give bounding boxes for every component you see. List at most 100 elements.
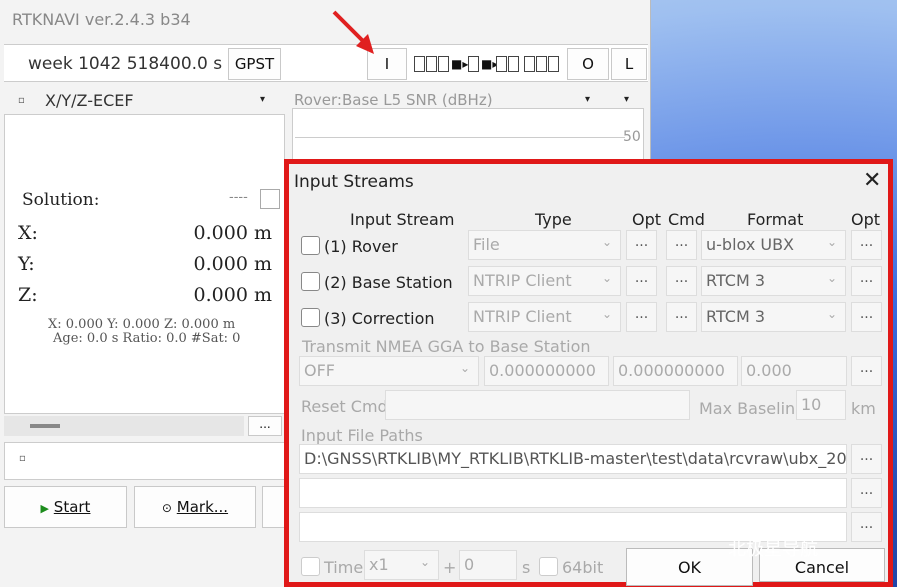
rover-cmd-button[interactable]: ...	[666, 230, 697, 260]
correction-format-opt-button[interactable]: ...	[851, 302, 882, 332]
pane-icon: ▫	[18, 95, 25, 106]
stat-line-1: X: 0.000 Y: 0.000 Z: 0.000 m	[48, 317, 236, 332]
path-1-browse-button[interactable]: ...	[851, 444, 882, 474]
output-streams-button[interactable]: O	[567, 48, 609, 80]
plus-sign: +	[443, 558, 457, 577]
nmea-height-field[interactable]: 0.000	[741, 356, 847, 386]
correction-cmd-button[interactable]: ...	[666, 302, 697, 332]
scrollbar[interactable]	[4, 416, 244, 436]
title-bar: RTKNAVI ver.2.4.3 b34	[0, 0, 650, 40]
start-button[interactable]: ▶ Start	[4, 486, 127, 528]
seconds-unit: s	[522, 558, 531, 577]
gps-time-display: week 1042 518400.0 s	[28, 54, 223, 74]
menu-button[interactable]: ...	[248, 416, 282, 436]
input-streams-dialog: Input Streams ✕ Input Stream Type Opt Cm…	[284, 159, 893, 587]
base-type-value: NTRIP Client	[473, 271, 572, 290]
x-value: 0.000 m	[193, 222, 272, 244]
nmea-mode-select[interactable]: OFF ⌄	[299, 356, 479, 386]
time-system-button[interactable]: GPST	[228, 48, 281, 80]
max-baseline-field[interactable]: 10	[796, 390, 846, 420]
chevron-down-icon[interactable]: ▾	[624, 94, 629, 105]
chevron-down-icon: ⌄	[601, 271, 612, 285]
base-format-select[interactable]: RTCM 3 ⌄	[701, 266, 846, 296]
input-file-path-2[interactable]	[299, 478, 847, 508]
path-2-browse-button[interactable]: ...	[851, 478, 882, 508]
base-type-select[interactable]: NTRIP Client ⌄	[468, 266, 621, 296]
correction-checkbox[interactable]	[301, 308, 320, 327]
nmea-lon-field[interactable]: 0.000000000	[613, 356, 738, 386]
plot-type-select[interactable]: Rover:Base L5 SNR (dBHz)	[294, 91, 493, 109]
correction-type-select[interactable]: NTRIP Client ⌄	[468, 302, 621, 332]
path-3-browse-button[interactable]: ...	[851, 512, 882, 542]
chevron-down-icon[interactable]: ▾	[260, 94, 265, 105]
base-checkbox[interactable]	[301, 272, 320, 291]
close-icon[interactable]: ✕	[863, 168, 881, 193]
chevron-down-icon: ⌄	[459, 361, 470, 375]
mark-label: Mark...	[176, 498, 229, 516]
chevron-down-icon: ⌄	[419, 555, 430, 569]
mark-icon: ⊙	[161, 501, 172, 515]
input-file-path-1[interactable]: D:\GNSS\RTKLIB\MY_RTKLIB\RTKLIB-master\t…	[299, 444, 847, 474]
base-cmd-button[interactable]: ...	[666, 266, 697, 296]
base-format-value: RTCM 3	[706, 271, 766, 290]
header-opt: Opt	[632, 210, 662, 229]
chevron-down-icon[interactable]: ▾	[585, 94, 590, 105]
rover-format-opt-button[interactable]: ...	[851, 230, 882, 260]
plot-tick-label: 50	[623, 129, 641, 145]
reset-cmd-label: Reset Cmd	[301, 397, 388, 416]
log-streams-button[interactable]: L	[611, 48, 647, 80]
max-baseline-unit: km	[851, 399, 876, 418]
header-input-stream: Input Stream	[350, 210, 455, 229]
max-baseline-label: Max Baseline	[699, 399, 805, 418]
correction-type-value: NTRIP Client	[473, 307, 572, 326]
header-cmd: Cmd	[668, 210, 705, 229]
reset-cmd-field[interactable]	[385, 390, 690, 420]
speed-select[interactable]: x1 ⌄	[364, 550, 439, 580]
solution-label: Solution:	[22, 190, 100, 210]
solution-format-select[interactable]: X/Y/Z-ECEF	[45, 91, 134, 110]
y-label: Y:	[18, 253, 35, 275]
correction-format-value: RTCM 3	[706, 307, 766, 326]
start-label: Start	[53, 498, 91, 516]
header-type: Type	[535, 210, 572, 229]
64bit-label: 64bit	[562, 558, 604, 577]
rover-type-value: File	[473, 235, 500, 254]
64bit-checkbox[interactable]	[539, 557, 558, 576]
rover-format-select[interactable]: u-blox UBX ⌄	[701, 230, 846, 260]
base-format-opt-button[interactable]: ...	[851, 266, 882, 296]
rover-type-select[interactable]: File ⌄	[468, 230, 621, 260]
nmea-mode-value: OFF	[304, 361, 335, 380]
chevron-down-icon: ⌄	[601, 235, 612, 249]
snr-plot: 50	[292, 108, 644, 160]
mark-button[interactable]: ⊙ Mark...	[134, 486, 256, 528]
correction-label: (3) Correction	[324, 309, 435, 328]
dialog-title: Input Streams	[294, 172, 414, 192]
chevron-down-icon: ⌄	[826, 307, 837, 321]
header-opt2: Opt	[851, 210, 881, 229]
chevron-down-icon: ⌄	[601, 307, 612, 321]
nmea-lat-field[interactable]: 0.000000000	[484, 356, 609, 386]
correction-opt-button[interactable]: ...	[626, 302, 657, 332]
time-checkbox[interactable]	[301, 557, 320, 576]
plot-gridline	[295, 137, 625, 138]
rover-opt-button[interactable]: ...	[626, 230, 657, 260]
header-format: Format	[747, 210, 804, 229]
z-value: 0.000 m	[193, 284, 272, 306]
play-icon: ▶	[40, 502, 50, 515]
chevron-down-icon: ⌄	[826, 235, 837, 249]
time-offset-field[interactable]: 0	[459, 550, 517, 580]
chevron-down-icon: ⌄	[826, 271, 837, 285]
nmea-pos-button[interactable]: ...	[851, 356, 882, 386]
rover-checkbox[interactable]	[301, 236, 320, 255]
y-value: 0.000 m	[193, 253, 272, 275]
solution-status: ----	[229, 190, 248, 205]
stat-line-2: Age: 0.0 s Ratio: 0.0 #Sat: 0	[53, 331, 241, 346]
nmea-label: Transmit NMEA GGA to Base Station	[302, 337, 591, 356]
correction-format-select[interactable]: RTCM 3 ⌄	[701, 302, 846, 332]
speed-value: x1	[369, 555, 389, 574]
x-label: X:	[18, 222, 38, 244]
rover-label: (1) Rover	[324, 237, 398, 256]
time-label: Time	[324, 558, 364, 577]
stream-status-indicator: ■▸ ■▸	[414, 54, 564, 76]
base-opt-button[interactable]: ...	[626, 266, 657, 296]
